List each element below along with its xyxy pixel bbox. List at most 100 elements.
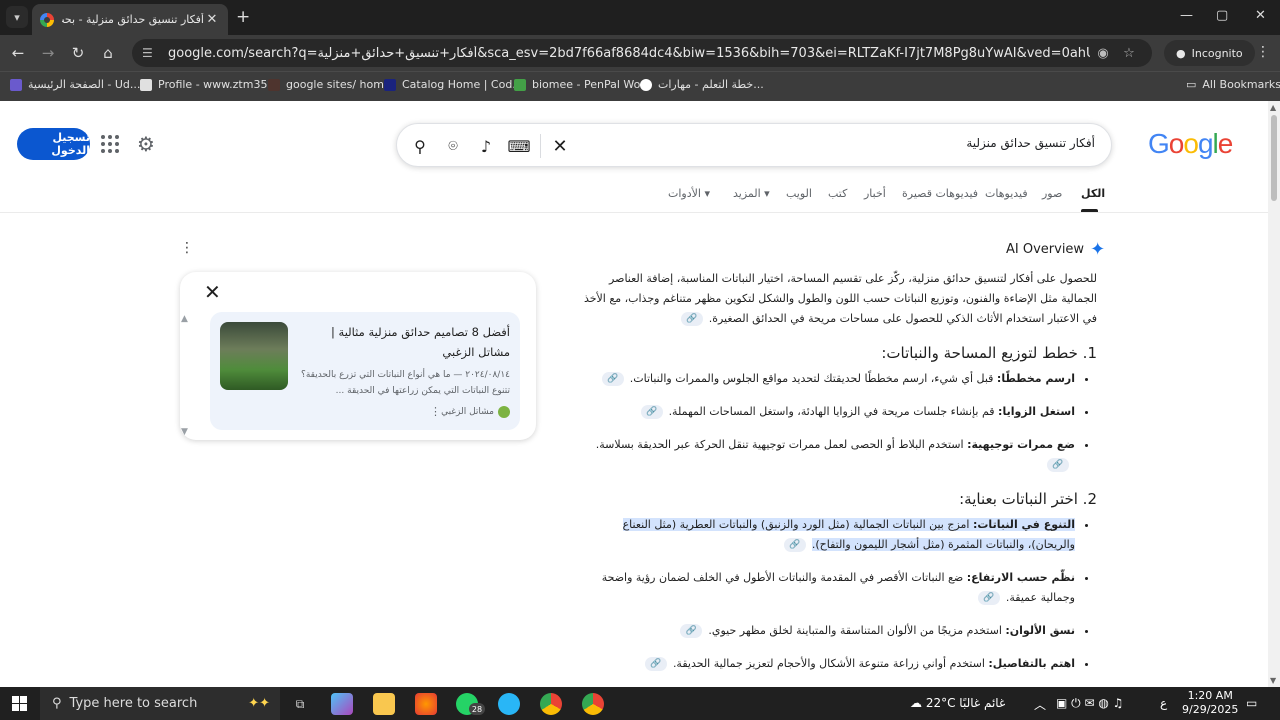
folder-icon: ▭	[1186, 78, 1197, 91]
all-bookmarks[interactable]: ▭ All Bookmarks	[1186, 78, 1280, 91]
bookmarks-bar: الصفحة الرئيسية - Ud... Profile - www.zt…	[0, 71, 1280, 101]
system-tray-icons[interactable]: ▣ ⏻ ✉ ◍ ♫	[1056, 696, 1123, 711]
new-tab-icon[interactable]: +	[236, 7, 250, 27]
tab-more[interactable]: ▾ المزيد	[733, 187, 770, 200]
sparkle-icon: ✦	[1090, 239, 1106, 260]
show-hidden-icons[interactable]: ︿	[1034, 696, 1046, 713]
page-scrollbar[interactable]: ▲ ▼	[1268, 101, 1280, 687]
window-close-icon[interactable]: ✕	[1255, 8, 1266, 23]
tab-books[interactable]: كتب	[828, 187, 847, 200]
tab-news[interactable]: أخبار	[864, 187, 886, 200]
address-bar[interactable]: ☰ google.com/search?q=أفكار+تنسيق+حدائق+…	[132, 39, 1152, 67]
forward-icon[interactable]: →	[38, 44, 58, 62]
google-logo[interactable]: Google	[1148, 128, 1233, 160]
tab-all[interactable]: الكل	[1081, 187, 1105, 200]
link-chip-icon[interactable]: 🔗	[640, 405, 663, 419]
list-item: استغل الزوايا: قم بإنشاء جلسات مريحة في …	[575, 402, 1075, 422]
tab-search-button[interactable]: ▾	[6, 6, 28, 28]
minimize-icon[interactable]: —	[1180, 8, 1193, 23]
google-results-page: Google ⚲ ⌾ ♪ ⌨ ✕ أفكار تنسيق حدائق منزلي…	[0, 101, 1268, 687]
tab-title: أفكار تنسيق حدائق منزلية - بحث Google	[62, 13, 204, 26]
firefox-icon[interactable]	[415, 693, 437, 715]
google-favicon-icon	[40, 12, 54, 27]
chrome-incognito-icon[interactable]	[582, 693, 604, 715]
windows-start-icon[interactable]	[12, 696, 27, 711]
scroll-up-icon[interactable]: ▲	[181, 314, 188, 324]
browser-menu-icon[interactable]: ⋮	[1256, 44, 1270, 60]
link-chip-icon[interactable]: 🔗	[977, 591, 1000, 605]
search-input[interactable]: ⚲ ⌾ ♪ ⌨ ✕ أفكار تنسيق حدائق منزلية	[396, 123, 1112, 167]
back-icon[interactable]: ←	[8, 44, 28, 62]
source-title[interactable]: أفضل 8 تصاميم حدائق منزلية مثالية | مشات…	[296, 322, 510, 362]
link-chip-icon[interactable]: 🔗	[644, 657, 667, 671]
more-options-icon[interactable]: ⋮	[430, 405, 441, 418]
bookmark-item[interactable]: biomee - PenPal Wo...	[514, 78, 651, 91]
source-site[interactable]: مشاتل الزغبي	[441, 406, 510, 418]
browser-toolbar: ← → ↻ ⌂ ☰ google.com/search?q=أفكار+تنسي…	[0, 35, 1280, 71]
copilot-icon[interactable]	[331, 693, 353, 715]
link-chip-icon[interactable]: 🔗	[680, 624, 703, 638]
scroll-down-arrow-icon[interactable]: ▼	[1270, 676, 1276, 685]
home-icon[interactable]: ⌂	[98, 44, 118, 62]
file-explorer-icon[interactable]	[373, 693, 395, 715]
tab-tools[interactable]: ▾ الأدوات	[668, 187, 710, 200]
keyboard-icon[interactable]: ⌨	[507, 135, 530, 157]
tab-videos[interactable]: فيديوهات	[985, 187, 1028, 200]
link-chip-icon[interactable]: 🔗	[601, 372, 624, 386]
tab-images[interactable]: صور	[1042, 187, 1062, 200]
source-card[interactable]: أفضل 8 تصاميم حدائق منزلية مثالية | مشات…	[210, 312, 520, 430]
site-info-icon[interactable]: ☰	[142, 46, 160, 60]
tab-short-videos[interactable]: فيديوهات قصيرة	[902, 187, 978, 200]
weather-widget[interactable]: ☁ 22°C غائم غالبًا	[910, 696, 1005, 710]
bookmark-favicon-icon	[268, 78, 280, 91]
chrome-icon[interactable]	[540, 693, 562, 715]
tab-close-icon[interactable]: ✕	[204, 12, 220, 27]
task-view-icon[interactable]: ⧉	[289, 693, 311, 715]
list-item: ارسم مخططًا: قبل أي شيء، ارسم مخططًا لحد…	[575, 369, 1075, 389]
clock[interactable]: 1:20 AM 9/29/2025	[1182, 689, 1238, 717]
sparkle-icon: ✦✦	[248, 696, 270, 711]
bookmark-item[interactable]: google sites/ home	[268, 78, 391, 91]
bookmark-item[interactable]: خطة التعلم - مهارات...	[640, 78, 764, 91]
incognito-indicator[interactable]: ● Incognito	[1164, 40, 1255, 66]
more-options-icon[interactable]: ⋮	[180, 240, 194, 256]
reload-icon[interactable]: ↻	[68, 44, 88, 62]
active-tab-indicator	[1081, 209, 1098, 212]
sign-in-button[interactable]: تسجيل الدخول	[17, 128, 90, 160]
ai-overview-body: للحصول على أفكار لتنسيق حدائق منزلية، رك…	[575, 269, 1097, 687]
browser-tab-active[interactable]: أفكار تنسيق حدائق منزلية - بحث Google ✕	[32, 4, 228, 35]
notifications-icon[interactable]: ▭	[1246, 696, 1257, 710]
search-query[interactable]: أفكار تنسيق حدائق منزلية	[966, 136, 1095, 150]
bookmark-item[interactable]: Profile - www.ztm35...	[140, 78, 278, 91]
site-favicon-icon	[498, 406, 510, 418]
telegram-icon[interactable]	[498, 693, 520, 715]
link-chip-icon[interactable]: 🔗	[1047, 458, 1069, 472]
bookmark-item[interactable]: Catalog Home | Cod...	[384, 78, 523, 91]
bookmark-item[interactable]: الصفحة الرئيسية - Ud...	[10, 78, 140, 91]
lens-icon[interactable]: ⌾	[442, 135, 464, 157]
clear-icon[interactable]: ✕	[549, 135, 571, 157]
garden-thumbnail[interactable]	[220, 322, 288, 390]
link-chip-icon[interactable]: 🔗	[680, 312, 703, 326]
tab-web[interactable]: الويب	[786, 187, 812, 200]
scrollbar-thumb[interactable]	[1271, 115, 1277, 201]
mic-icon[interactable]: ♪	[475, 135, 497, 157]
tracking-protection-icon[interactable]: ◉	[1090, 46, 1116, 61]
windows-taskbar: ⚲ Type here to search ✦✦ ⧉ 28 ☁ 22°C غائ…	[0, 687, 1280, 720]
scroll-up-arrow-icon[interactable]: ▲	[1270, 103, 1276, 112]
search-icon[interactable]: ⚲	[409, 135, 431, 157]
url-text[interactable]: google.com/search?q=أفكار+تنسيق+حدائق+من…	[168, 46, 1090, 61]
browser-tab-strip: ▾ أفكار تنسيق حدائق منزلية - بحث Google …	[0, 0, 1280, 35]
list-item: نظّم حسب الارتفاع: ضع النباتات الأقصر في…	[575, 568, 1075, 608]
settings-gear-icon[interactable]: ⚙	[137, 132, 155, 156]
maximize-icon[interactable]: ▢	[1216, 8, 1228, 23]
bookmark-favicon-icon	[640, 78, 652, 91]
scroll-down-icon[interactable]: ▼	[181, 427, 188, 437]
input-language[interactable]: ع	[1160, 696, 1167, 710]
link-chip-icon[interactable]: 🔗	[783, 538, 806, 552]
bookmark-star-icon[interactable]: ☆	[1116, 46, 1142, 61]
apps-grid-icon[interactable]	[101, 135, 119, 153]
incognito-icon: ●	[1176, 46, 1186, 60]
close-icon[interactable]: ✕	[204, 280, 221, 304]
taskbar-search[interactable]: ⚲ Type here to search ✦✦	[40, 687, 280, 720]
